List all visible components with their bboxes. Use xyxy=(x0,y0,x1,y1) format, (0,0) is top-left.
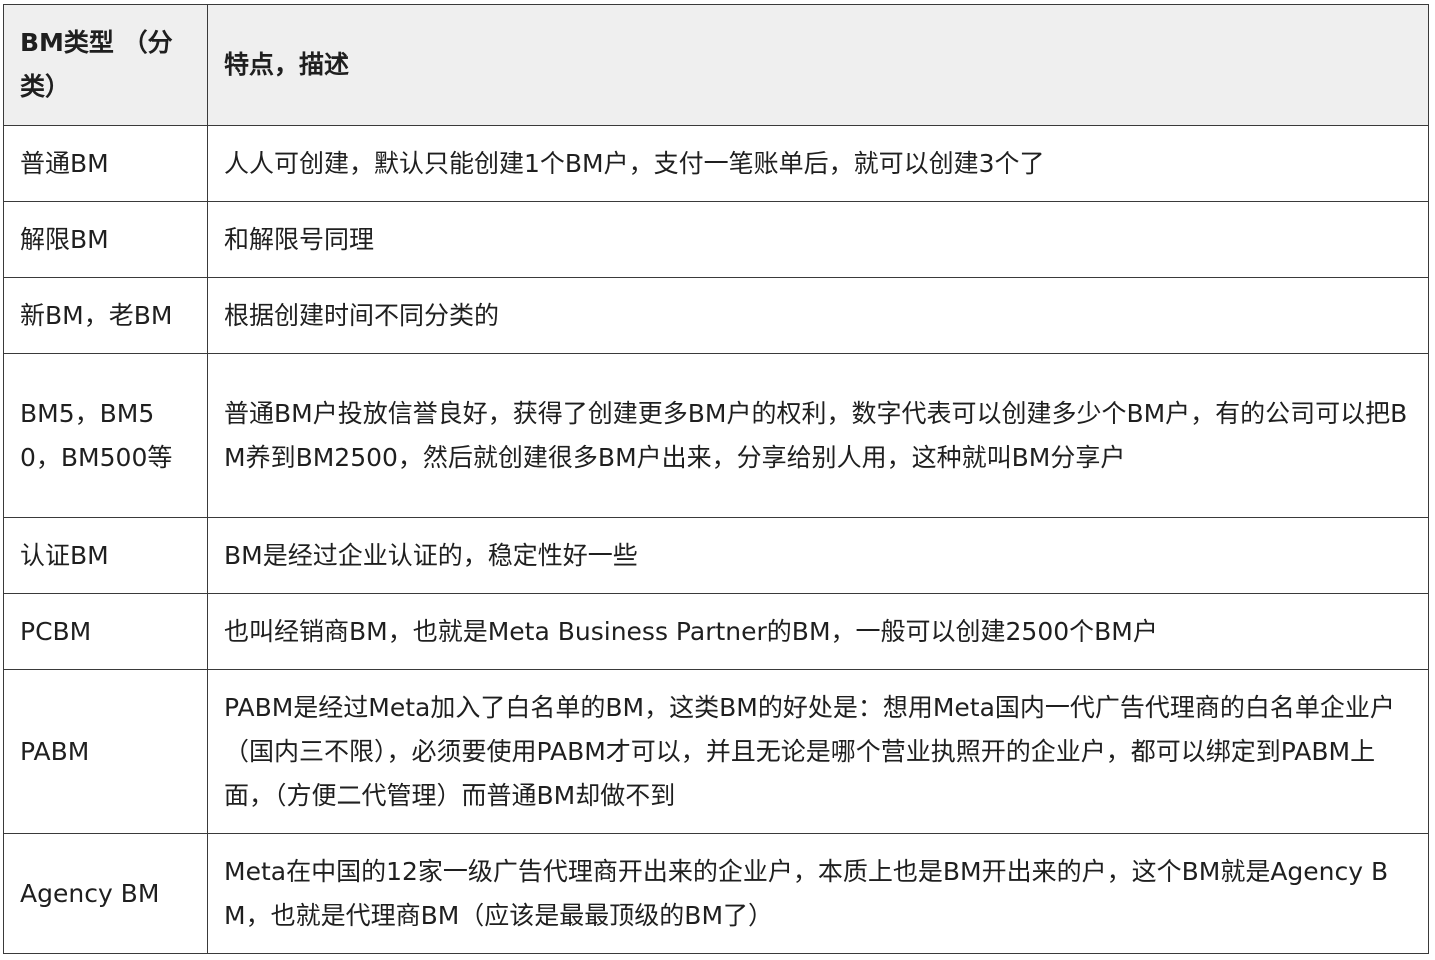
bm-description-cell: 和解限号同理 xyxy=(207,201,1429,278)
table-row: BM5，BM50，BM500等 普通BM户投放信誉良好，获得了创建更多BM户的权… xyxy=(3,353,1429,518)
table-row: Agency BM Meta在中国的12家一级广告代理商开出来的企业户，本质上也… xyxy=(3,833,1429,954)
table-row: 认证BM BM是经过企业认证的，稳定性好一些 xyxy=(3,517,1429,594)
bm-description-cell: 根据创建时间不同分类的 xyxy=(207,277,1429,354)
bm-types-table: BM类型 （分类） 特点，描述 普通BM 人人可创建，默认只能创建1个BM户，支… xyxy=(3,4,1429,954)
bm-types-table-container: BM类型 （分类） 特点，描述 普通BM 人人可创建，默认只能创建1个BM户，支… xyxy=(3,4,1429,954)
table-header-row: BM类型 （分类） 特点，描述 xyxy=(3,4,1429,126)
table-row: PABM PABM是经过Meta加入了白名单的BM，这类BM的好处是：想用Met… xyxy=(3,669,1429,834)
bm-description-cell: 也叫经销商BM，也就是Meta Business Partner的BM，一般可以… xyxy=(207,593,1429,670)
bm-type-cell: PCBM xyxy=(3,593,208,670)
bm-type-cell: 认证BM xyxy=(3,517,208,594)
bm-type-cell: Agency BM xyxy=(3,833,208,954)
table-row: PCBM 也叫经销商BM，也就是Meta Business Partner的BM… xyxy=(3,593,1429,670)
bm-type-cell: 新BM，老BM xyxy=(3,277,208,354)
bm-description-cell: Meta在中国的12家一级广告代理商开出来的企业户，本质上也是BM开出来的户，这… xyxy=(207,833,1429,954)
bm-description-cell: 人人可创建，默认只能创建1个BM户，支付一笔账单后，就可以创建3个了 xyxy=(207,125,1429,202)
header-bm-type: BM类型 （分类） xyxy=(3,4,208,126)
table-row: 解限BM 和解限号同理 xyxy=(3,201,1429,278)
bm-type-cell: BM5，BM50，BM500等 xyxy=(3,353,208,518)
bm-description-cell: BM是经过企业认证的，稳定性好一些 xyxy=(207,517,1429,594)
table-row: 普通BM 人人可创建，默认只能创建1个BM户，支付一笔账单后，就可以创建3个了 xyxy=(3,125,1429,202)
bm-type-cell: 解限BM xyxy=(3,201,208,278)
header-description: 特点，描述 xyxy=(207,4,1429,126)
bm-description-cell: 普通BM户投放信誉良好，获得了创建更多BM户的权利，数字代表可以创建多少个BM户… xyxy=(207,353,1429,518)
bm-type-cell: 普通BM xyxy=(3,125,208,202)
table-row: 新BM，老BM 根据创建时间不同分类的 xyxy=(3,277,1429,354)
bm-description-cell: PABM是经过Meta加入了白名单的BM，这类BM的好处是：想用Meta国内一代… xyxy=(207,669,1429,834)
bm-type-cell: PABM xyxy=(3,669,208,834)
